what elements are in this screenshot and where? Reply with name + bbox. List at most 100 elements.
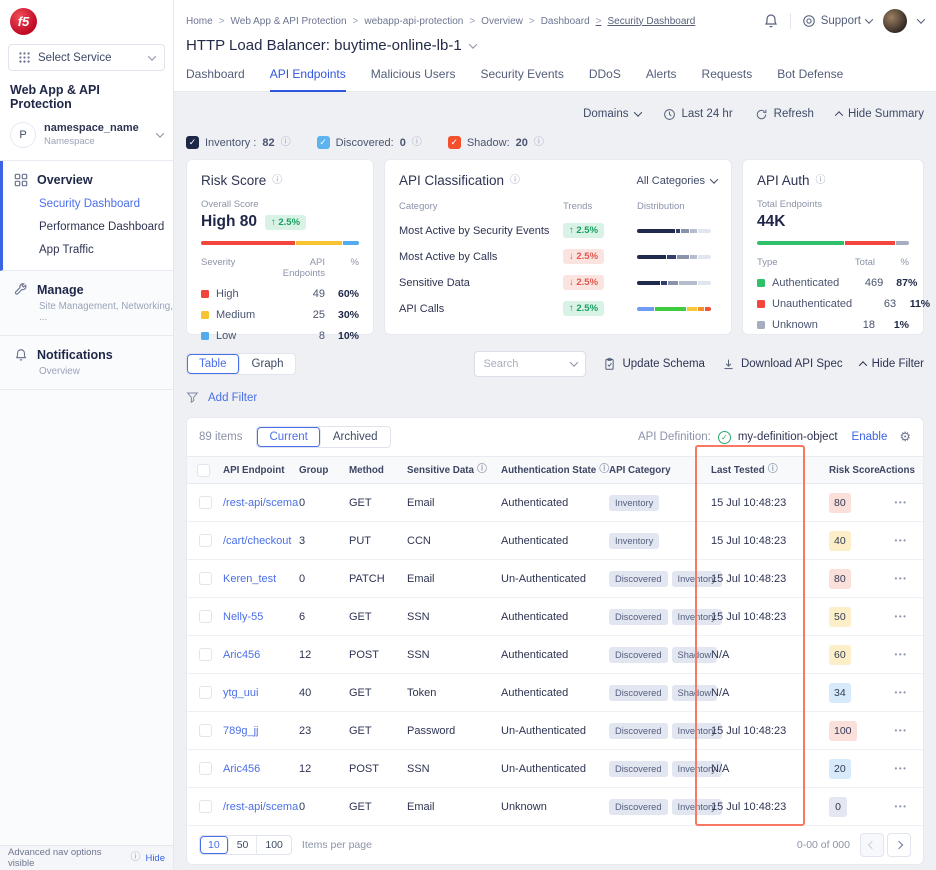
download-api-spec-button[interactable]: Download API Spec bbox=[722, 358, 843, 371]
endpoint-link[interactable]: 789g_jj bbox=[223, 725, 258, 737]
row-checkbox[interactable] bbox=[199, 648, 212, 661]
endpoint-link[interactable]: /rest-api/scema bbox=[223, 497, 298, 509]
row-actions-button[interactable]: ••• bbox=[879, 498, 923, 507]
breadcrumb-item[interactable]: Security Dashboard bbox=[596, 16, 696, 27]
page-size-50[interactable]: 50 bbox=[229, 836, 258, 854]
chevron-down-icon bbox=[570, 358, 578, 366]
row-checkbox[interactable] bbox=[199, 534, 212, 547]
next-page-button[interactable] bbox=[887, 833, 911, 857]
user-avatar[interactable] bbox=[883, 9, 907, 33]
row-actions-button[interactable]: ••• bbox=[879, 688, 923, 697]
severity-color-swatch bbox=[201, 332, 209, 340]
refresh-button[interactable]: Refresh bbox=[755, 108, 814, 121]
endpoint-link[interactable]: Aric456 bbox=[223, 649, 260, 661]
inventory-checkbox[interactable]: ✓ bbox=[186, 136, 199, 149]
breadcrumb-item[interactable]: Web App & API Protection bbox=[219, 16, 347, 27]
gear-icon[interactable]: ⚙ bbox=[899, 429, 911, 445]
sidebar-item-overview[interactable]: Overview bbox=[14, 173, 173, 187]
endpoint-link[interactable]: ytg_uui bbox=[223, 687, 258, 699]
discovered-checkbox[interactable]: ✓ bbox=[317, 136, 330, 149]
col-risk-score[interactable]: Risk Score bbox=[829, 465, 879, 476]
tab[interactable]: Security Events bbox=[480, 67, 563, 92]
hide-filter-toggle[interactable]: Hide Filter bbox=[860, 358, 924, 370]
row-actions-button[interactable]: ••• bbox=[879, 802, 923, 811]
sidebar-item-notifications[interactable]: Notifications Overview bbox=[0, 336, 173, 390]
risk-score-badge: 100 bbox=[829, 721, 857, 741]
page-size-100[interactable]: 100 bbox=[257, 836, 291, 854]
search-box[interactable] bbox=[474, 351, 586, 377]
col-api-category[interactable]: API Category bbox=[609, 465, 711, 476]
row-actions-button[interactable]: ••• bbox=[879, 574, 923, 583]
col-group[interactable]: Group bbox=[299, 465, 349, 476]
page-size-10[interactable]: 10 bbox=[200, 836, 229, 854]
chevron-down-icon[interactable] bbox=[468, 40, 476, 48]
shadow-filter[interactable]: ✓ Shadow: 20 ⓘ bbox=[448, 136, 544, 149]
row-checkbox[interactable] bbox=[199, 496, 212, 509]
tab[interactable]: Requests bbox=[702, 67, 753, 92]
col-last-tested[interactable]: Last Testedⓘ bbox=[711, 465, 829, 476]
row-checkbox[interactable] bbox=[199, 686, 212, 699]
sidebar-subitem[interactable]: Performance Dashboard bbox=[39, 221, 173, 233]
row-actions-button[interactable]: ••• bbox=[879, 536, 923, 545]
all-categories-dropdown[interactable]: All Categories bbox=[637, 175, 717, 187]
breadcrumb-item[interactable]: webapp-api-protection bbox=[353, 16, 464, 27]
page-range: 0-00 of 000 bbox=[797, 839, 850, 851]
namespace-selector[interactable]: P namespace_name Namespace bbox=[0, 120, 173, 161]
support-menu[interactable]: Support bbox=[802, 14, 872, 28]
sensitive-data-cell: Email bbox=[407, 497, 501, 509]
row-actions-button[interactable]: ••• bbox=[879, 612, 923, 621]
row-checkbox[interactable] bbox=[199, 572, 212, 585]
col-method[interactable]: Method bbox=[349, 465, 407, 476]
col-actions[interactable]: Actions bbox=[879, 465, 923, 476]
enable-link[interactable]: Enable bbox=[852, 431, 888, 443]
graph-view-button[interactable]: Graph bbox=[240, 354, 296, 374]
row-checkbox[interactable] bbox=[199, 800, 212, 813]
hide-summary-toggle[interactable]: Hide Summary bbox=[836, 108, 924, 120]
row-actions-button[interactable]: ••• bbox=[879, 650, 923, 659]
endpoint-link[interactable]: Keren_test bbox=[223, 573, 276, 585]
table-view-button[interactable]: Table bbox=[187, 354, 240, 374]
breadcrumb-item[interactable]: Dashboard bbox=[529, 16, 590, 27]
inventory-filter[interactable]: ✓ Inventory : 82 ⓘ bbox=[186, 136, 291, 149]
endpoint-link[interactable]: Nelly-55 bbox=[223, 611, 263, 623]
breadcrumb-item[interactable]: Overview bbox=[469, 16, 523, 27]
row-checkbox[interactable] bbox=[199, 762, 212, 775]
add-filter-link[interactable]: Add Filter bbox=[208, 392, 257, 404]
sidebar-subitem[interactable]: App Traffic bbox=[39, 244, 173, 256]
col-api-endpoint[interactable]: API Endpoint bbox=[223, 465, 299, 476]
tab[interactable]: Bot Defense bbox=[777, 67, 843, 92]
row-actions-button[interactable]: ••• bbox=[879, 726, 923, 735]
notifications-bell-icon[interactable] bbox=[763, 13, 779, 29]
row-checkbox[interactable] bbox=[199, 724, 212, 737]
tab[interactable]: Dashboard bbox=[186, 67, 245, 92]
breadcrumb-item[interactable]: Home bbox=[186, 16, 213, 27]
tab[interactable]: DDoS bbox=[589, 67, 621, 92]
refresh-icon bbox=[755, 108, 768, 121]
discovered-filter[interactable]: ✓ Discovered: 0 ⓘ bbox=[317, 136, 422, 149]
prev-page-button[interactable] bbox=[860, 833, 884, 857]
tab[interactable]: API Endpoints bbox=[270, 67, 346, 92]
update-schema-button[interactable]: Update Schema bbox=[603, 357, 704, 371]
search-input[interactable] bbox=[483, 358, 567, 370]
chevron-down-icon[interactable] bbox=[917, 15, 925, 23]
select-all-checkbox[interactable] bbox=[197, 464, 210, 477]
hide-nav-link[interactable]: Hide bbox=[145, 853, 165, 864]
col-authentication-state[interactable]: Authentication Stateⓘ bbox=[501, 465, 609, 476]
domains-dropdown[interactable]: Domains bbox=[583, 108, 640, 120]
current-view-button[interactable]: Current bbox=[257, 427, 320, 447]
col-sensitive-data[interactable]: Sensitive Dataⓘ bbox=[407, 465, 501, 476]
tab[interactable]: Alerts bbox=[646, 67, 677, 92]
time-range-selector[interactable]: Last 24 hr bbox=[663, 108, 733, 121]
row-checkbox[interactable] bbox=[199, 610, 212, 623]
endpoint-link[interactable]: Aric456 bbox=[223, 763, 260, 775]
risk-score-badge: 80 bbox=[829, 493, 851, 513]
endpoint-link[interactable]: /rest-api/scema bbox=[223, 801, 298, 813]
shadow-checkbox[interactable]: ✓ bbox=[448, 136, 461, 149]
sidebar-item-manage[interactable]: Manage Site Management, Networking, ... bbox=[0, 271, 173, 336]
sidebar-subitem[interactable]: Security Dashboard bbox=[39, 198, 173, 210]
endpoint-link[interactable]: /cart/checkout bbox=[223, 535, 291, 547]
tab[interactable]: Malicious Users bbox=[371, 67, 456, 92]
select-service-dropdown[interactable]: Select Service bbox=[8, 44, 165, 71]
row-actions-button[interactable]: ••• bbox=[879, 764, 923, 773]
archived-view-button[interactable]: Archived bbox=[321, 427, 390, 447]
